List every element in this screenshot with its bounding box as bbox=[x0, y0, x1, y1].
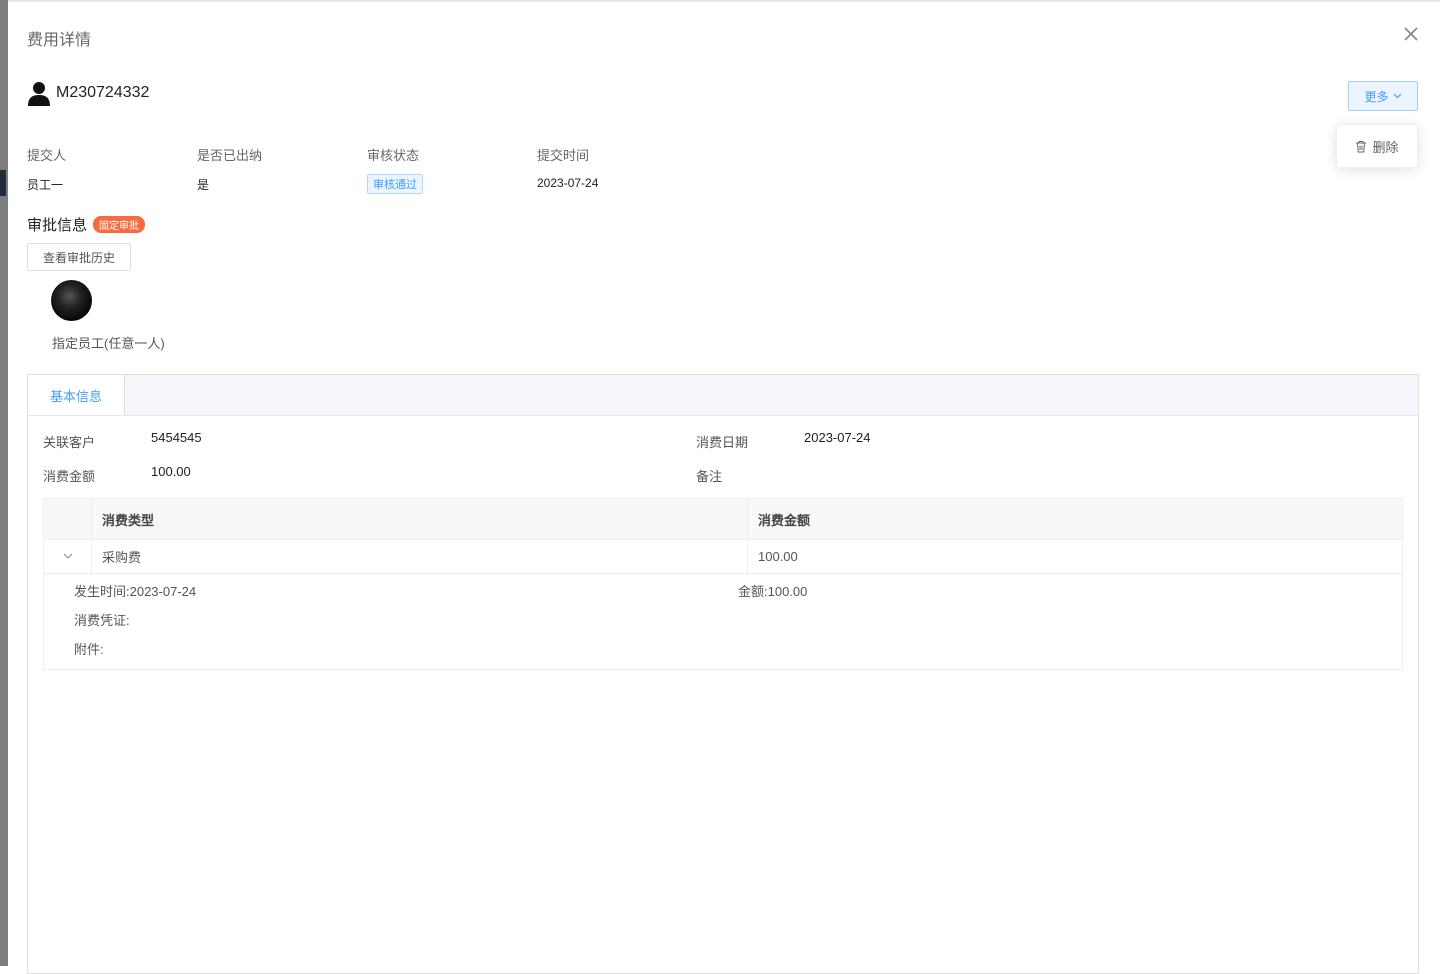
delete-label: 删除 bbox=[1372, 139, 1399, 155]
amount-field: 消费金额 bbox=[43, 466, 95, 485]
table-header-row: 消费类型 消费金额 bbox=[44, 499, 1402, 540]
fixed-approval-badge: 固定审批 bbox=[93, 216, 146, 233]
submit-time-value: 2023-07-24 bbox=[537, 176, 599, 190]
delete-menu-item[interactable]: 删除 bbox=[1336, 124, 1418, 168]
row-expand-toggle[interactable] bbox=[44, 539, 91, 573]
submitter-value: 员工一 bbox=[27, 178, 64, 192]
amount-value: 100.00 bbox=[151, 464, 191, 479]
amount-label: 消费金额 bbox=[43, 469, 96, 484]
approver-avatar bbox=[51, 280, 92, 321]
amount-value-wrap: 100.00 bbox=[151, 464, 191, 479]
expense-detail-drawer: 费用详情 M230724332 更多 删除 提交人 员工一 是否已出纳 是 审核… bbox=[8, 0, 1440, 974]
background-sidebar-fragment bbox=[0, 170, 6, 196]
tab-basic-info[interactable]: 基本信息 bbox=[28, 375, 125, 415]
view-approval-history-button[interactable]: 查看审批历史 bbox=[27, 243, 131, 271]
status-label: 审核状态 bbox=[367, 148, 420, 163]
cashed-label: 是否已出纳 bbox=[197, 148, 263, 163]
date-label: 消费日期 bbox=[696, 435, 749, 450]
cashed-field: 是否已出纳 是 bbox=[197, 145, 262, 193]
record-id: M230724332 bbox=[56, 84, 150, 101]
drawer-title: 费用详情 bbox=[27, 32, 92, 49]
tab-bar: 基本信息 bbox=[28, 375, 1418, 416]
status-field: 审核状态 审核通过 bbox=[367, 145, 423, 194]
column-header-type: 消费类型 bbox=[102, 512, 155, 528]
approver-label: 指定员工(任意一人) bbox=[52, 336, 165, 351]
background-page-edge bbox=[0, 0, 8, 966]
table-row: 采购费 100.00 bbox=[44, 539, 1402, 574]
user-icon bbox=[28, 82, 50, 106]
column-header-amount: 消费金额 bbox=[758, 512, 811, 528]
date-value-wrap: 2023-07-24 bbox=[804, 430, 871, 445]
remark-field: 备注 bbox=[696, 466, 722, 485]
date-field: 消费日期 bbox=[696, 432, 748, 451]
attachment-label: 附件: bbox=[74, 642, 104, 657]
detail-amount: 金额:100.00 bbox=[738, 584, 808, 599]
status-badge: 审核通过 bbox=[367, 174, 423, 194]
detail-panel: 基本信息 关联客户 5454545 消费日期 2023-07-24 消费金额 1… bbox=[27, 374, 1419, 974]
remark-label: 备注 bbox=[696, 469, 723, 484]
expense-items-table: 消费类型 消费金额 采购费 100.00 发生时间:2023-07-24 金额:… bbox=[43, 498, 1403, 670]
more-button-label: 更多 bbox=[1364, 89, 1389, 104]
trash-icon bbox=[1356, 140, 1367, 152]
approval-section-title: 审批信息 固定审批 bbox=[27, 214, 146, 235]
submitter-label: 提交人 bbox=[27, 148, 67, 163]
customer-field: 关联客户 bbox=[43, 432, 95, 451]
cashed-value: 是 bbox=[197, 178, 210, 192]
expense-amount-cell: 100.00 bbox=[758, 548, 798, 564]
close-button[interactable] bbox=[1401, 24, 1421, 44]
record-header: M230724332 bbox=[27, 80, 149, 106]
date-value: 2023-07-24 bbox=[804, 430, 871, 445]
chevron-down-icon bbox=[63, 553, 72, 559]
occurrence-time: 发生时间:2023-07-24 bbox=[74, 584, 197, 599]
customer-value: 5454545 bbox=[151, 430, 202, 445]
submitter-field: 提交人 员工一 bbox=[27, 145, 66, 193]
voucher-label: 消费凭证: bbox=[74, 613, 130, 628]
customer-value-wrap: 5454545 bbox=[151, 430, 202, 445]
chevron-down-icon bbox=[1393, 93, 1401, 99]
customer-label: 关联客户 bbox=[43, 435, 96, 450]
expense-type-cell: 采购费 bbox=[102, 549, 142, 565]
submit-time-label: 提交时间 bbox=[537, 148, 590, 163]
approval-title-text: 审批信息 bbox=[27, 217, 88, 234]
submit-time-field: 提交时间 2023-07-24 bbox=[537, 145, 598, 190]
more-dropdown-button[interactable]: 更多 bbox=[1348, 81, 1418, 111]
close-icon bbox=[1404, 27, 1418, 41]
